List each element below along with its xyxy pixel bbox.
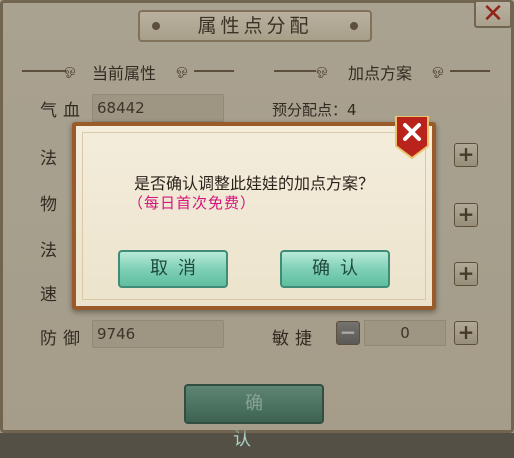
dialog-message: 是否确认调整此娃娃的加点方案？	[133, 174, 374, 193]
close-badge-icon	[395, 116, 429, 160]
confirm-dialog: 是否确认调整此娃娃的加点方案？ （每日首次免费） 取消 确认	[72, 122, 436, 310]
dialog-note: （每日首次免费）	[128, 194, 257, 212]
dialog-confirm-button[interactable]: 确认	[280, 250, 390, 288]
dialog-close-button[interactable]	[394, 116, 430, 160]
dialog-cancel-button[interactable]: 取消	[118, 250, 228, 288]
